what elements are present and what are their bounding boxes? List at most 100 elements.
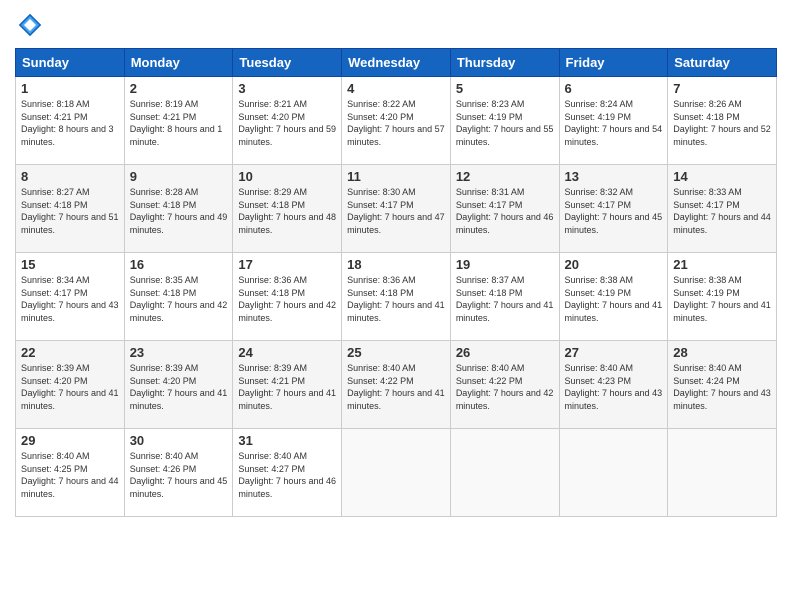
calendar-cell: 29Sunrise: 8:40 AMSunset: 4:25 PMDayligh…: [16, 429, 125, 517]
day-number: 14: [673, 169, 771, 184]
week-row-3: 22 Sunrise: 8:39 AMSunset: 4:20 PMDayligh…: [16, 341, 777, 429]
cell-info: Sunrise: 8:40 AMSunset: 4:27 PMDaylight:…: [238, 450, 336, 500]
cell-info: Sunrise: 8:24 AMSunset: 4:19 PMDaylight:…: [565, 98, 663, 148]
cell-info: Sunrise: 8:21 AMSunset: 4:20 PMDaylight:…: [238, 98, 336, 148]
cell-info: Sunrise: 8:19 AMSunset: 4:21 PMDaylight:…: [130, 98, 228, 148]
logo-icon: [15, 10, 45, 40]
day-number: 16: [130, 257, 228, 272]
day-number: 10: [238, 169, 336, 184]
cell-info: Sunrise: 8:37 AMSunset: 4:18 PMDaylight:…: [456, 274, 554, 324]
weekday-monday: Monday: [124, 49, 233, 77]
day-number: 23: [130, 345, 228, 360]
week-row-4: 29Sunrise: 8:40 AMSunset: 4:25 PMDayligh…: [16, 429, 777, 517]
calendar-cell: 31 Sunrise: 8:40 AMSunset: 4:27 PMDayligh…: [233, 429, 342, 517]
day-number: 21: [673, 257, 771, 272]
cell-info: Sunrise: 8:32 AMSunset: 4:17 PMDaylight:…: [565, 186, 663, 236]
calendar-cell: [559, 429, 668, 517]
calendar-cell: 4 Sunrise: 8:22 AMSunset: 4:20 PMDaylight…: [342, 77, 451, 165]
cell-info: Sunrise: 8:38 AMSunset: 4:19 PMDaylight:…: [673, 274, 771, 324]
cell-info: Sunrise: 8:26 AMSunset: 4:18 PMDaylight:…: [673, 98, 771, 148]
cell-info: Sunrise: 8:31 AMSunset: 4:17 PMDaylight:…: [456, 186, 554, 236]
calendar-cell: 30 Sunrise: 8:40 AMSunset: 4:26 PMDayligh…: [124, 429, 233, 517]
header: [15, 10, 777, 40]
cell-info: Sunrise: 8:36 AMSunset: 4:18 PMDaylight:…: [238, 274, 336, 324]
calendar-cell: 26 Sunrise: 8:40 AMSunset: 4:22 PMDayligh…: [450, 341, 559, 429]
cell-info: Sunrise: 8:38 AMSunset: 4:19 PMDaylight:…: [565, 274, 663, 324]
cell-info: Sunrise: 8:18 AMSunset: 4:21 PMDaylight:…: [21, 98, 119, 148]
cell-info: Sunrise: 8:39 AMSunset: 4:21 PMDaylight:…: [238, 362, 336, 412]
calendar-cell: [450, 429, 559, 517]
calendar-cell: 13 Sunrise: 8:32 AMSunset: 4:17 PMDayligh…: [559, 165, 668, 253]
day-number: 15: [21, 257, 119, 272]
calendar-cell: 23 Sunrise: 8:39 AMSunset: 4:20 PMDayligh…: [124, 341, 233, 429]
weekday-saturday: Saturday: [668, 49, 777, 77]
cell-info: Sunrise: 8:27 AMSunset: 4:18 PMDaylight:…: [21, 186, 119, 236]
cell-info: Sunrise: 8:40 AMSunset: 4:23 PMDaylight:…: [565, 362, 663, 412]
cell-info: Sunrise: 8:39 AMSunset: 4:20 PMDaylight:…: [130, 362, 228, 412]
day-number: 30: [130, 433, 228, 448]
cell-info: Sunrise: 8:40 AMSunset: 4:24 PMDaylight:…: [673, 362, 771, 412]
day-number: 24: [238, 345, 336, 360]
week-row-1: 8 Sunrise: 8:27 AMSunset: 4:18 PMDaylight…: [16, 165, 777, 253]
day-number: 17: [238, 257, 336, 272]
calendar-cell: 22 Sunrise: 8:39 AMSunset: 4:20 PMDayligh…: [16, 341, 125, 429]
cell-info: Sunrise: 8:33 AMSunset: 4:17 PMDaylight:…: [673, 186, 771, 236]
day-number: 29: [21, 433, 119, 448]
calendar-cell: 17 Sunrise: 8:36 AMSunset: 4:18 PMDayligh…: [233, 253, 342, 341]
calendar-cell: [342, 429, 451, 517]
calendar-table: SundayMondayTuesdayWednesdayThursdayFrid…: [15, 48, 777, 517]
week-row-2: 15 Sunrise: 8:34 AMSunset: 4:17 PMDayligh…: [16, 253, 777, 341]
weekday-friday: Friday: [559, 49, 668, 77]
day-number: 4: [347, 81, 445, 96]
day-number: 25: [347, 345, 445, 360]
cell-info: Sunrise: 8:22 AMSunset: 4:20 PMDaylight:…: [347, 98, 445, 148]
weekday-tuesday: Tuesday: [233, 49, 342, 77]
day-number: 18: [347, 257, 445, 272]
day-number: 3: [238, 81, 336, 96]
calendar-cell: [668, 429, 777, 517]
cell-info: Sunrise: 8:40 AMSunset: 4:26 PMDaylight:…: [130, 450, 228, 500]
weekday-thursday: Thursday: [450, 49, 559, 77]
day-number: 22: [21, 345, 119, 360]
day-number: 1: [21, 81, 119, 96]
day-number: 5: [456, 81, 554, 96]
calendar-cell: 21 Sunrise: 8:38 AMSunset: 4:19 PMDayligh…: [668, 253, 777, 341]
weekday-sunday: Sunday: [16, 49, 125, 77]
cell-info: Sunrise: 8:40 AMSunset: 4:22 PMDaylight:…: [347, 362, 445, 412]
calendar-cell: 14 Sunrise: 8:33 AMSunset: 4:17 PMDayligh…: [668, 165, 777, 253]
day-number: 13: [565, 169, 663, 184]
calendar-cell: 5 Sunrise: 8:23 AMSunset: 4:19 PMDaylight…: [450, 77, 559, 165]
cell-info: Sunrise: 8:29 AMSunset: 4:18 PMDaylight:…: [238, 186, 336, 236]
calendar-cell: 7 Sunrise: 8:26 AMSunset: 4:18 PMDaylight…: [668, 77, 777, 165]
calendar-cell: 18Sunrise: 8:36 AMSunset: 4:18 PMDayligh…: [342, 253, 451, 341]
day-number: 2: [130, 81, 228, 96]
weekday-header-row: SundayMondayTuesdayWednesdayThursdayFrid…: [16, 49, 777, 77]
day-number: 7: [673, 81, 771, 96]
calendar-cell: 2 Sunrise: 8:19 AMSunset: 4:21 PMDaylight…: [124, 77, 233, 165]
calendar-cell: 3 Sunrise: 8:21 AMSunset: 4:20 PMDaylight…: [233, 77, 342, 165]
calendar-cell: 10 Sunrise: 8:29 AMSunset: 4:18 PMDayligh…: [233, 165, 342, 253]
calendar-cell: 6 Sunrise: 8:24 AMSunset: 4:19 PMDaylight…: [559, 77, 668, 165]
day-number: 28: [673, 345, 771, 360]
cell-info: Sunrise: 8:23 AMSunset: 4:19 PMDaylight:…: [456, 98, 554, 148]
day-number: 27: [565, 345, 663, 360]
calendar-cell: 15 Sunrise: 8:34 AMSunset: 4:17 PMDayligh…: [16, 253, 125, 341]
day-number: 26: [456, 345, 554, 360]
day-number: 31: [238, 433, 336, 448]
logo: [15, 10, 49, 40]
calendar-cell: 28 Sunrise: 8:40 AMSunset: 4:24 PMDayligh…: [668, 341, 777, 429]
day-number: 6: [565, 81, 663, 96]
calendar-cell: 20Sunrise: 8:38 AMSunset: 4:19 PMDayligh…: [559, 253, 668, 341]
calendar-cell: 12Sunrise: 8:31 AMSunset: 4:17 PMDayligh…: [450, 165, 559, 253]
cell-info: Sunrise: 8:40 AMSunset: 4:22 PMDaylight:…: [456, 362, 554, 412]
calendar-cell: 8 Sunrise: 8:27 AMSunset: 4:18 PMDaylight…: [16, 165, 125, 253]
cell-info: Sunrise: 8:39 AMSunset: 4:20 PMDaylight:…: [21, 362, 119, 412]
day-number: 8: [21, 169, 119, 184]
weekday-wednesday: Wednesday: [342, 49, 451, 77]
calendar-cell: 16Sunrise: 8:35 AMSunset: 4:18 PMDayligh…: [124, 253, 233, 341]
cell-info: Sunrise: 8:34 AMSunset: 4:17 PMDaylight:…: [21, 274, 119, 324]
day-number: 19: [456, 257, 554, 272]
calendar-cell: 24 Sunrise: 8:39 AMSunset: 4:21 PMDayligh…: [233, 341, 342, 429]
page: SundayMondayTuesdayWednesdayThursdayFrid…: [0, 0, 792, 612]
calendar-cell: 27 Sunrise: 8:40 AMSunset: 4:23 PMDayligh…: [559, 341, 668, 429]
